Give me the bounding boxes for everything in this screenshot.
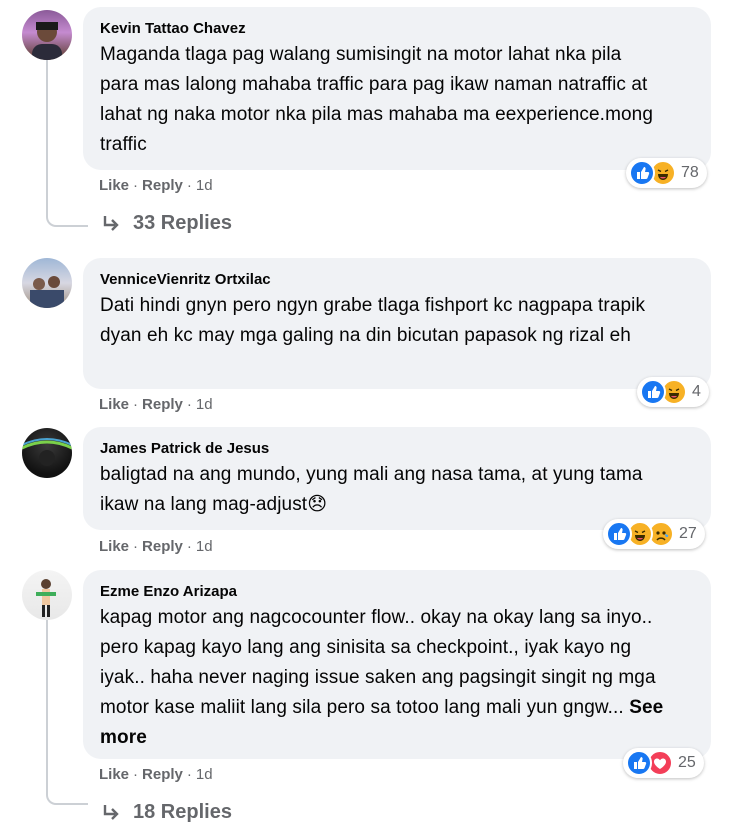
reaction-count: 25 <box>678 754 696 771</box>
reaction-summary[interactable]: 4 <box>637 377 709 407</box>
comment-author[interactable]: James Patrick de Jesus <box>100 438 694 460</box>
reply-arrow-icon <box>103 804 119 820</box>
comment-bubble: Ezme Enzo Arizapa kapag motor ang nagcoc… <box>83 570 711 759</box>
comment-actions: Like · Reply · 1d <box>99 537 213 557</box>
avatar[interactable] <box>22 570 72 620</box>
comment-actions: Like · Reply · 1d <box>99 765 213 785</box>
replies-label: 33 Replies <box>133 212 232 234</box>
like-button[interactable]: Like <box>99 396 129 413</box>
avatar[interactable] <box>22 258 72 308</box>
reply-arrow-icon <box>103 215 119 231</box>
timestamp[interactable]: 1d <box>196 538 213 555</box>
avatar[interactable] <box>22 428 72 478</box>
like-button[interactable]: Like <box>99 538 129 555</box>
reaction-count: 78 <box>681 164 699 181</box>
reaction-count: 4 <box>692 383 701 400</box>
comment-author[interactable]: Kevin Tattao Chavez <box>100 18 694 40</box>
reply-button[interactable]: Reply <box>142 396 183 413</box>
avatar[interactable] <box>22 10 72 60</box>
separator: · <box>186 396 192 413</box>
separator: · <box>133 177 139 194</box>
comment-text-body: kapag motor ang nagcocounter flow.. okay… <box>100 607 656 718</box>
reply-button[interactable]: Reply <box>142 766 183 783</box>
comment-text: Dati hindi gnyn pero ngyn grabe tlaga fi… <box>100 295 646 346</box>
reply-button[interactable]: Reply <box>142 538 183 555</box>
like-reaction-icon <box>606 521 632 547</box>
timestamp[interactable]: 1d <box>196 766 213 783</box>
reaction-count: 27 <box>679 525 697 542</box>
comment-text: baligtad na ang mundo, yung mali ang nas… <box>100 464 643 515</box>
like-reaction-icon <box>629 160 655 186</box>
separator: · <box>133 766 139 783</box>
comment-actions: Like · Reply · 1d <box>99 176 213 196</box>
separator: · <box>186 766 192 783</box>
reaction-summary[interactable]: 25 <box>623 748 704 778</box>
separator: · <box>133 538 139 555</box>
view-replies-button[interactable]: 33 Replies <box>101 212 232 235</box>
reply-button[interactable]: Reply <box>142 177 183 194</box>
like-reaction-icon <box>626 750 652 776</box>
comment-bubble: VenniceVienritz Ortxilac Dati hindi gnyn… <box>83 258 711 389</box>
separator: · <box>186 538 192 555</box>
comment-author[interactable]: Ezme Enzo Arizapa <box>100 581 694 603</box>
comment-author[interactable]: VenniceVienritz Ortxilac <box>100 269 694 291</box>
comment-text: Maganda tlaga pag walang sumisingit na m… <box>100 44 653 155</box>
timestamp[interactable]: 1d <box>196 396 213 413</box>
timestamp[interactable]: 1d <box>196 177 213 194</box>
comment-bubble: James Patrick de Jesus baligtad na ang m… <box>83 427 711 530</box>
thread-line <box>46 60 88 227</box>
separator: · <box>133 396 139 413</box>
thread-line <box>46 620 88 805</box>
reaction-summary[interactable]: 27 <box>603 519 705 549</box>
comment-bubble: Kevin Tattao Chavez Maganda tlaga pag wa… <box>83 7 711 170</box>
reaction-summary[interactable]: 78 <box>626 158 707 188</box>
replies-label: 18 Replies <box>133 801 232 823</box>
like-button[interactable]: Like <box>99 766 129 783</box>
comment-text: kapag motor ang nagcocounter flow.. okay… <box>100 603 665 753</box>
view-replies-button[interactable]: 18 Replies <box>101 801 232 824</box>
separator: · <box>186 177 192 194</box>
like-button[interactable]: Like <box>99 177 129 194</box>
comment-actions: Like · Reply · 1d <box>99 395 213 415</box>
like-reaction-icon <box>640 379 666 405</box>
